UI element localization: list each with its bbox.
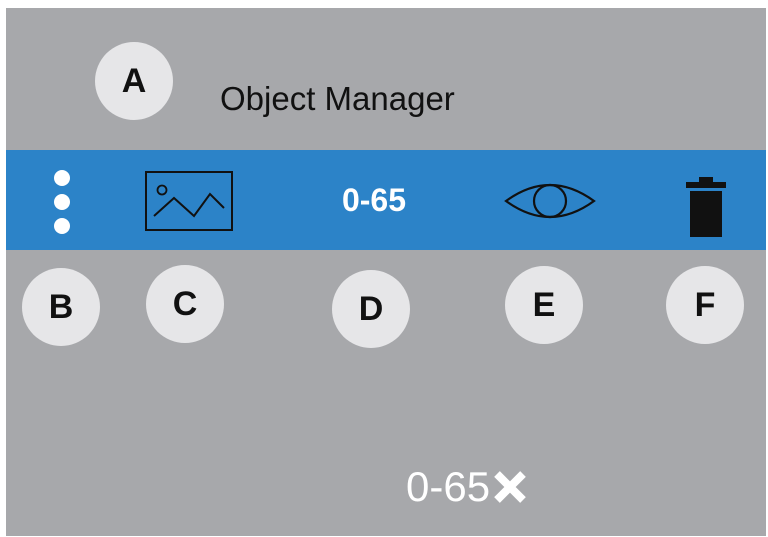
callout-badge-d: D — [332, 270, 410, 348]
close-icon — [494, 471, 526, 503]
object-toolbar: 0-65 — [6, 150, 766, 250]
object-manager-panel: A Object Manager 0-65 B C D E F 0-65 — [6, 8, 766, 536]
range-label[interactable]: 0-65 — [324, 176, 424, 224]
callout-badge-c: C — [146, 265, 224, 343]
range-filter-chip: 0-65 — [406, 463, 528, 511]
image-thumbnail-button[interactable] — [142, 168, 236, 234]
callout-badge-e: E — [505, 266, 583, 344]
vertical-dots-icon — [54, 170, 70, 234]
callout-badge-b: B — [22, 268, 100, 346]
eye-icon — [504, 183, 596, 219]
clear-range-button[interactable] — [492, 469, 528, 505]
image-thumbnail-icon — [145, 171, 233, 231]
menu-button[interactable] — [44, 162, 80, 238]
range-filter-value: 0-65 — [406, 463, 491, 510]
callout-badge-f: F — [666, 266, 744, 344]
callout-badge-a: A — [95, 42, 173, 120]
delete-button[interactable] — [680, 174, 732, 240]
trash-icon — [686, 177, 726, 237]
panel-title: Object Manager — [220, 80, 455, 117]
visibility-toggle[interactable] — [502, 178, 598, 224]
